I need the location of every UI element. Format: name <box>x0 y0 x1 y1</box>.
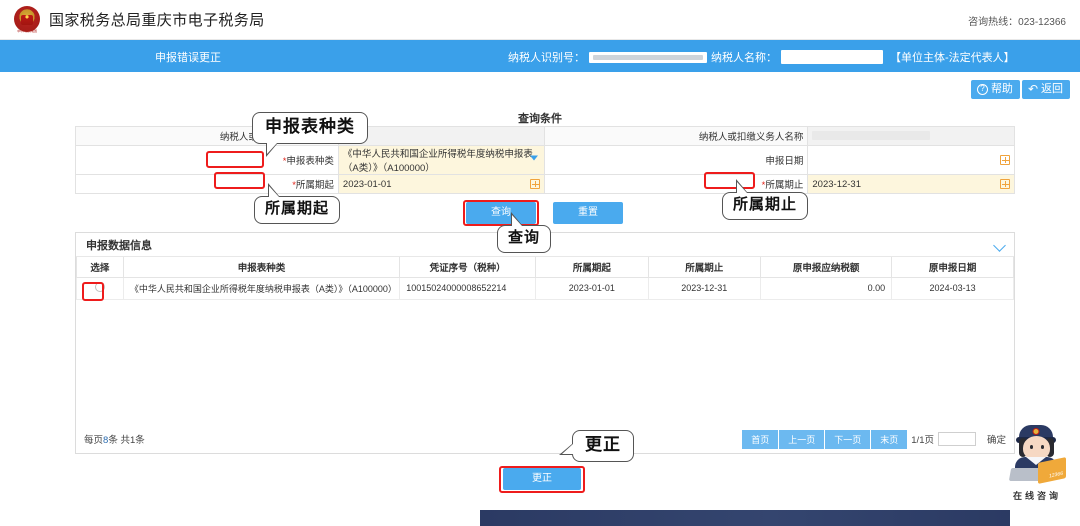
page-toolbar: ? 帮助 ↶ 返回 <box>970 80 1070 99</box>
col-period-start: 所属期起 <box>535 257 649 278</box>
query-button[interactable]: 查询 <box>466 202 536 224</box>
query-row-2: *申报表种类 《中华人民共和国企业所得税年度纳税申报表（A类）》（A100000… <box>75 145 1015 175</box>
period-start-label-cell: *所属期起 <box>75 174 339 194</box>
col-select: 选择 <box>76 257 124 278</box>
form-type-label-cell: *申报表种类 <box>75 145 339 175</box>
emblem-caption: 中华人民共和国 <box>17 29 37 33</box>
taxpayer-name-value-cell <box>807 126 1015 146</box>
annotation-callout-correct: 更正 <box>559 430 634 462</box>
pagination-controls: 首页 上一页 下一页 末页 1/1页 确定 <box>742 429 1006 449</box>
panel-title: 申报数据信息 <box>86 239 152 252</box>
question-circle-icon: ? <box>976 83 988 95</box>
period-end-value: 2023-12-31 <box>812 178 861 190</box>
page-jump-input[interactable] <box>937 432 976 446</box>
record-count-text: 每页8条 共1条 <box>84 432 145 446</box>
row-period-end: 2023-12-31 <box>647 276 761 300</box>
site-title: 国家税务总局重庆市电子税务局 <box>49 11 265 29</box>
brand-block: 中华人民共和国 国家税务总局重庆市电子税务局 <box>14 6 265 33</box>
national-emblem-icon: 中华人民共和国 <box>14 6 40 33</box>
period-end-label: 所属期止 <box>765 180 804 191</box>
first-page-button[interactable]: 首页 <box>742 429 779 449</box>
back-button[interactable]: ↶ 返回 <box>1021 80 1070 99</box>
app-page: 中华人民共和国 国家税务总局重庆市电子税务局 咨询热线：023-12366 申报… <box>0 0 1080 526</box>
col-period-end: 所属期止 <box>647 257 761 278</box>
row-form-type: 《中华人民共和国企业所得税年度纳税申报表（A类）》（A100000） <box>122 276 401 300</box>
col-form-type: 申报表种类 <box>122 257 401 278</box>
declaration-data-panel: 申报数据信息 选择 申报表种类 凭证序号（税种） 所属期起 所属期止 原申报应纳… <box>75 232 1015 454</box>
form-type-dropdown-arrow[interactable] <box>526 152 538 164</box>
row-select-cell[interactable] <box>76 276 124 300</box>
taxpayer-role-tag: 【单位主体-法定代表人】 <box>890 52 1015 64</box>
row-voucher-no: 10015024000008652214 <box>399 276 537 300</box>
form-type-value: 《中华人民共和国企业所得税年度纳税申报表（A类）》（A100000） <box>342 149 533 174</box>
declare-date-input[interactable] <box>807 145 1015 175</box>
taxpayer-name-label: 纳税人名称： <box>711 52 777 64</box>
row-radio-button[interactable] <box>94 282 105 292</box>
per-page-suffix: 条 <box>108 435 118 446</box>
taxpayer-name-label-cell: 纳税人或扣缴义务人名称 <box>544 126 809 146</box>
col-original-tax: 原申报应纳税额 <box>759 257 893 278</box>
chevron-down-icon[interactable] <box>993 239 1006 252</box>
page-indicator: 1/1页 <box>911 435 934 446</box>
module-nav-band: 申报错误更正 纳税人识别号： 纳税人名称： 【单位主体-法定代表人】 <box>0 40 1080 72</box>
help-button-label: 帮助 <box>990 82 1013 95</box>
annotation-callout-query: 查询 <box>497 212 552 253</box>
online-consult-widget[interactable]: 12366 在线咨询 <box>1000 424 1074 502</box>
next-page-button[interactable]: 下一页 <box>825 429 871 449</box>
row-original-date: 2024-03-13 <box>891 276 1014 300</box>
reset-button[interactable]: 重置 <box>553 202 623 224</box>
period-end-input[interactable]: 2023-12-31 <box>807 174 1015 194</box>
taxpayer-id-value-cell <box>337 126 546 146</box>
top-header-bar: 中华人民共和国 国家税务总局重庆市电子税务局 咨询热线：023-12366 <box>0 0 1080 40</box>
period-start-label: 所属期起 <box>295 180 334 191</box>
taxpayer-name-redacted <box>781 50 883 64</box>
query-row-1: 纳税人或扣缴义务人识别号 纳税人或扣缴义务人名称 <box>75 126 1015 146</box>
calendar-icon[interactable] <box>1000 179 1010 189</box>
correct-button[interactable]: 更正 <box>503 468 581 490</box>
taxpayer-id-label: 纳税人识别号： <box>508 52 585 64</box>
declaration-data-table: 选择 申报表种类 凭证序号（税种） 所属期起 所属期止 原申报应纳税额 原申报日… <box>76 257 1014 300</box>
form-type-label: 申报表种类 <box>286 156 334 167</box>
period-start-input[interactable]: 2023-01-01 <box>337 174 546 194</box>
period-start-value: 2023-01-01 <box>342 178 392 190</box>
period-end-label-cell: *所属期止 <box>544 174 809 194</box>
annotation-callout-form-type: 申报表种类 <box>252 112 368 157</box>
declare-date-label-cell: 申报日期 <box>544 145 809 175</box>
row-period-start: 2023-01-01 <box>535 276 649 300</box>
help-button[interactable]: ? 帮助 <box>970 80 1020 99</box>
online-consult-label: 在线咨询 <box>1012 491 1061 501</box>
annotation-callout-period-end: 所属期止 <box>722 179 809 220</box>
last-page-button[interactable]: 末页 <box>871 429 908 449</box>
taxpayer-info: 纳税人识别号： 纳税人名称： 【单位主体-法定代表人】 <box>508 49 1015 65</box>
hotline-text: 咨询热线：023-12366 <box>968 17 1066 28</box>
bottom-decor-strip <box>480 510 1010 526</box>
per-page-prefix: 每页 <box>84 435 104 446</box>
module-title: 申报错误更正 <box>155 52 221 64</box>
row-original-tax: 0.00 <box>759 276 893 300</box>
table-row[interactable]: 《中华人民共和国企业所得税年度纳税申报表（A类）》（A100000） 10015… <box>76 276 1014 300</box>
taxpayer-name-redacted-inline <box>812 131 931 140</box>
query-row-3: *所属期起 2023-01-01 *所属期止 2023-12-31 <box>75 174 1015 194</box>
query-conditions-table: 纳税人或扣缴义务人识别号 纳税人或扣缴义务人名称 *申报表种类 《中华人民共和国… <box>75 126 1015 194</box>
col-voucher-no: 凭证序号（税种） <box>399 257 537 278</box>
calendar-icon[interactable] <box>530 179 541 189</box>
total-records: 共1条 <box>120 435 145 446</box>
mascot-screen-text: 12366 <box>1049 470 1063 480</box>
taxpayer-id-redacted <box>589 51 707 63</box>
table-header-row: 选择 申报表种类 凭证序号（税种） 所属期起 所属期止 原申报应纳税额 原申报日… <box>76 257 1014 278</box>
prev-page-button[interactable]: 上一页 <box>779 429 825 449</box>
tax-officer-mascot-icon: 12366 <box>1002 424 1072 486</box>
pagination-bar: 每页8条 共1条 首页 上一页 下一页 末页 1/1页 确定 <box>76 425 1014 453</box>
col-original-date: 原申报日期 <box>891 257 1014 278</box>
arrow-back-icon: ↶ <box>1027 82 1038 96</box>
calendar-icon[interactable] <box>1000 155 1010 165</box>
annotation-callout-period-start: 所属期起 <box>254 183 341 224</box>
query-section-title: 查询条件 <box>518 113 562 125</box>
form-type-select[interactable]: 《中华人民共和国企业所得税年度纳税申报表（A类）》（A100000） <box>337 145 546 175</box>
back-button-label: 返回 <box>1041 82 1063 95</box>
